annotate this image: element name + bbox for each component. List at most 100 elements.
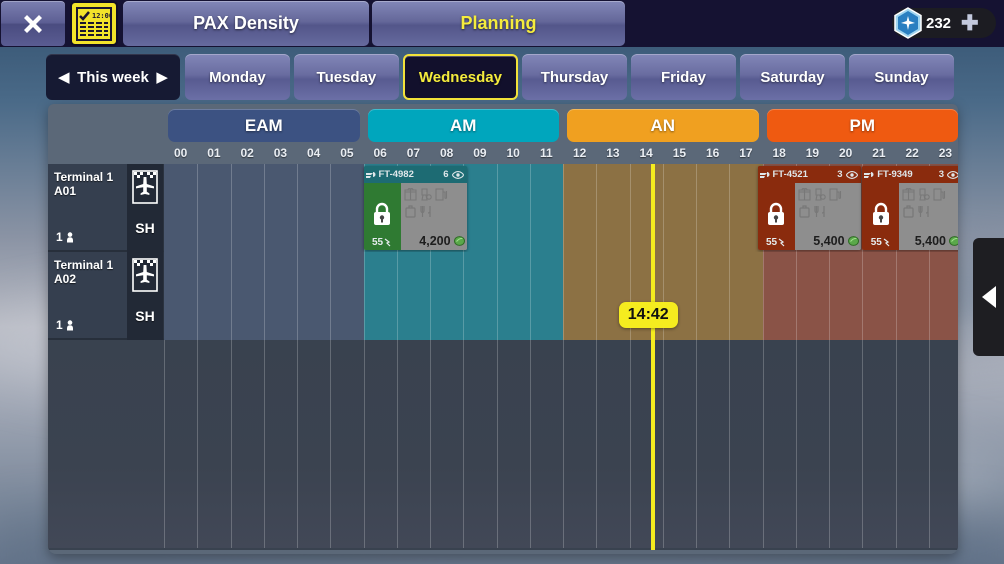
flight-turnaround: 55 <box>862 237 899 248</box>
flight-lock-panel[interactable]: 55 <box>757 183 795 250</box>
shop-icon <box>902 187 915 201</box>
hour-gridline <box>596 164 598 252</box>
hour-gridline <box>662 340 664 548</box>
hour-label-02: 02 <box>240 146 254 160</box>
day-tab-thursday[interactable]: Thursday <box>522 54 627 100</box>
duration-icon <box>384 238 391 247</box>
period-label: PM <box>849 115 876 135</box>
flight-code: FT-4982 <box>365 169 414 180</box>
flight-lock-panel[interactable]: 55 <box>363 183 401 250</box>
gate-row: Terminal 1 A02 1 SH <box>48 252 958 340</box>
flight-services: 5,400 <box>794 183 861 250</box>
fuel-icon <box>434 188 447 201</box>
period-label: EAM <box>244 115 283 135</box>
currency-add-icon[interactable]: ✚ <box>961 13 979 34</box>
tab-planning[interactable]: Planning <box>372 1 625 46</box>
prev-week-arrow-icon[interactable]: ◀ <box>58 68 70 86</box>
hour-gridline <box>729 252 731 340</box>
currency-display[interactable]: 232 ✚ <box>892 6 996 40</box>
hour-gridline <box>396 340 398 548</box>
hour-header-corner <box>48 144 164 164</box>
hour-label-21: 21 <box>872 146 886 160</box>
flight-visibility: 3 <box>837 169 858 180</box>
hour-label-15: 15 <box>672 146 687 160</box>
hour-gridline <box>729 164 731 252</box>
hour-label-05: 05 <box>340 146 354 160</box>
service-slot <box>931 203 946 220</box>
day-tab-monday[interactable]: Monday <box>184 54 290 100</box>
hour-gridline <box>496 340 498 548</box>
flight-visibility: 3 <box>939 169 958 180</box>
gate-info-cell[interactable]: Terminal 1 A01 1 SH <box>48 164 164 252</box>
day-tab-label: Monday <box>209 68 266 86</box>
gate-timeline[interactable] <box>164 252 958 340</box>
money-icon <box>453 236 465 246</box>
day-tab-saturday[interactable]: Saturday <box>740 54 845 100</box>
day-tab-label: Wednesday <box>418 68 502 86</box>
hour-gridline <box>164 340 165 548</box>
hour-gridline <box>330 340 332 548</box>
flight-body: 55 4,200 <box>363 183 467 250</box>
hour-gridline <box>696 340 697 548</box>
service-slot <box>418 186 433 203</box>
period-label: AN <box>650 115 676 135</box>
period-block-am: AM <box>367 109 559 142</box>
schedule-grid: Terminal 1 A01 1 SH FT-4982 6 55 4,200 FT-4521 3 5… <box>48 164 958 550</box>
service-slot <box>403 186 418 203</box>
hour-gridline <box>297 340 298 548</box>
day-tab-sunday[interactable]: Sunday <box>849 54 954 100</box>
flight-block[interactable]: FT-4521 3 55 5,400 <box>757 166 861 250</box>
hour-gridline <box>197 164 199 252</box>
day-tab-friday[interactable]: Friday <box>631 54 736 100</box>
planning-panel: EAM AM AN PM 00 01 02 03 04 05 06 07 08 09 10 11 12 13 14… <box>48 104 958 554</box>
aircraft-stand-icon <box>132 170 158 204</box>
gate-pax-count: 1 <box>56 230 74 244</box>
collapse-left-arrow-icon <box>981 286 996 308</box>
service-icon-grid <box>797 186 842 220</box>
flight-lock-panel[interactable]: 55 <box>862 183 900 250</box>
week-selector[interactable]: ◀ This week ▶ <box>46 54 180 100</box>
flight-block[interactable]: FT-9349 3 55 5,400 <box>862 166 958 250</box>
hour-labels: 00 01 02 03 04 05 06 07 08 09 10 11 12 13 14 15 16 17 18 19… <box>164 144 958 164</box>
hour-gridline <box>463 340 465 548</box>
close-icon <box>24 14 42 33</box>
hour-gridline <box>762 252 764 340</box>
period-label: AM <box>450 115 477 135</box>
flight-services: 4,200 <box>400 183 467 250</box>
hour-gridline <box>496 164 498 252</box>
service-slot <box>827 203 842 220</box>
next-week-arrow-icon[interactable]: ▶ <box>156 68 168 86</box>
day-tab-label: Sunday <box>874 68 929 86</box>
gate-info-cell[interactable]: Terminal 1 A02 1 SH <box>48 252 164 340</box>
flight-revenue: 5,400 <box>813 234 859 248</box>
hour-gridline <box>596 340 598 548</box>
hour-gridline <box>629 340 631 548</box>
gate-timeline[interactable]: FT-4982 6 55 4,200 FT-4521 3 55 5,400 FT-9349 3 55… <box>164 164 958 252</box>
hour-label-17: 17 <box>739 146 753 160</box>
hour-gridline <box>563 164 564 252</box>
day-tab-label: Saturday <box>760 68 825 86</box>
baggage-icon <box>903 205 914 218</box>
period-header-corner <box>48 109 164 144</box>
hour-label-14: 14 <box>639 146 653 160</box>
day-tab-tuesday[interactable]: Tuesday <box>293 54 399 100</box>
hour-gridline <box>563 340 564 548</box>
service-slot <box>916 186 931 203</box>
schedule-board-button[interactable]: 12:00 <box>70 1 118 46</box>
flight-services: 5,400 <box>899 183 958 250</box>
hour-label-23: 23 <box>938 146 953 160</box>
day-tab-wednesday[interactable]: Wednesday <box>402 54 518 100</box>
stand-size-code: SH <box>135 308 155 324</box>
period-block-pm: PM <box>766 109 958 142</box>
hour-gridline <box>396 252 398 340</box>
current-time-line <box>650 164 655 550</box>
hour-gridline <box>463 252 465 340</box>
hour-label-04: 04 <box>306 146 321 160</box>
collapse-panel-tab[interactable] <box>973 238 1004 356</box>
hour-gridline <box>363 252 365 340</box>
tab-pax-density[interactable]: PAX Density <box>123 1 369 46</box>
gate-row: Terminal 1 A01 1 SH FT-4982 6 55 4,200 FT-4521 3 5… <box>48 164 958 252</box>
close-button[interactable] <box>1 1 65 46</box>
flight-block[interactable]: FT-4982 6 55 4,200 <box>363 166 467 250</box>
day-tab-label: Tuesday <box>316 68 377 86</box>
